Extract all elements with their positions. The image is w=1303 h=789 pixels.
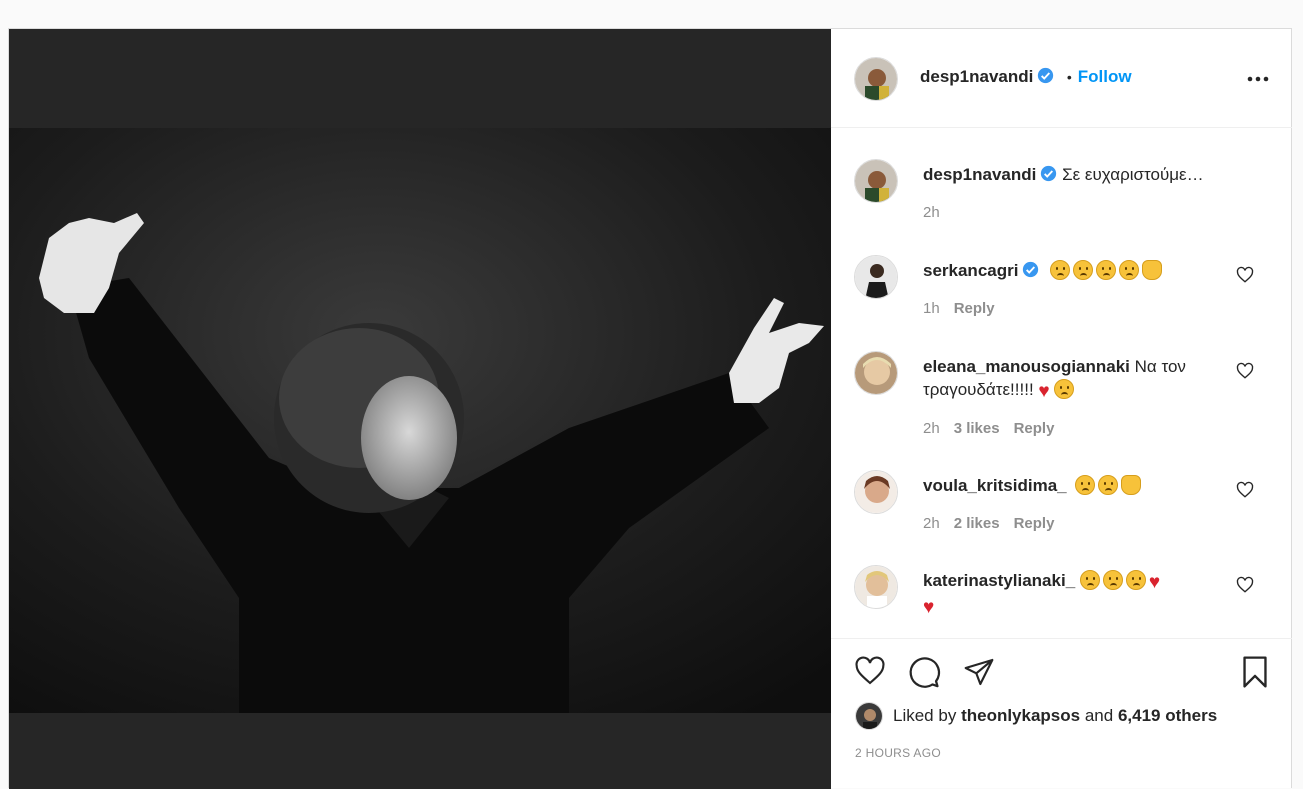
more-options-icon[interactable]	[1247, 76, 1269, 82]
comment-time[interactable]: 1h	[923, 300, 940, 317]
like-comment-heart-icon[interactable]	[1236, 362, 1254, 380]
avatar-image	[855, 58, 897, 100]
crying-face-icon	[1125, 570, 1146, 590]
crying-face-icon	[1073, 260, 1094, 280]
comment-meta: 2h 2 likes Reply	[923, 515, 1068, 532]
author-avatar[interactable]	[854, 57, 898, 101]
comment-time[interactable]: 2h	[923, 515, 940, 532]
crying-face-icon	[1075, 475, 1096, 495]
palms-up-icon	[1142, 260, 1163, 280]
caption-text-line: desp1navandi Σε ευχαριστούμε…	[923, 163, 1283, 186]
caption-time[interactable]: 2h	[923, 204, 940, 221]
verified-badge-icon	[1041, 165, 1057, 182]
header-separator: •	[1066, 69, 1072, 85]
caption-username[interactable]: desp1navandi	[923, 165, 1036, 184]
comment-username[interactable]: voula_kritsidima_	[923, 476, 1067, 495]
caption-text: Σε ευχαριστούμε…	[1062, 165, 1204, 184]
comment-text-line: serkancagri	[923, 259, 1223, 282]
avatar-image	[856, 703, 882, 729]
post-timestamp[interactable]: 2 HOURS AGO	[855, 746, 941, 760]
like-heart-icon[interactable]	[853, 655, 887, 687]
verified-badge-icon	[1038, 67, 1054, 84]
follow-button[interactable]: Follow	[1078, 67, 1132, 86]
comment-meta: 1h Reply	[923, 300, 1009, 317]
comment-avatar[interactable]	[854, 565, 898, 609]
avatar-image	[855, 471, 897, 513]
crying-face-icon	[1079, 570, 1100, 590]
crying-face-icon	[1050, 260, 1071, 280]
comment-text-line: katerinastylianaki_ ♥ ♥	[923, 569, 1223, 619]
comment-meta: 2h 3 likes Reply	[923, 420, 1068, 437]
comment-bubble-icon[interactable]	[907, 655, 941, 689]
avatar-image	[855, 566, 897, 608]
comment-avatar[interactable]	[854, 470, 898, 514]
comment-emojis	[1075, 475, 1142, 495]
avatar-image	[855, 256, 897, 298]
broken-heart-icon: ♥	[923, 597, 935, 618]
like-comment-heart-icon[interactable]	[1236, 481, 1254, 499]
liked-and: and	[1084, 706, 1114, 725]
comment-username[interactable]: eleana_manousogiannaki	[923, 357, 1130, 376]
caption-avatar[interactable]	[854, 159, 898, 203]
broken-heart-icon: ♥	[1148, 572, 1161, 593]
crying-face-icon	[1096, 260, 1117, 280]
liked-others-link[interactable]: 6,419 others	[1118, 706, 1217, 725]
post-actions: Liked by theonlykapsos and 6,419 others …	[831, 638, 1292, 789]
reply-button[interactable]: Reply	[1014, 515, 1055, 532]
reply-button[interactable]: Reply	[1014, 420, 1055, 437]
clapping-hands-icon	[1121, 475, 1142, 495]
reply-button[interactable]: Reply	[954, 300, 995, 317]
verified-badge-icon	[1023, 261, 1039, 278]
post-card: desp1navandi • Follow desp1navandi Σε ευ…	[8, 28, 1292, 789]
liked-by-line: Liked by theonlykapsos and 6,419 others	[893, 706, 1217, 726]
comment-avatar[interactable]	[854, 255, 898, 299]
liked-prefix: Liked by	[893, 706, 957, 725]
like-comment-heart-icon[interactable]	[1236, 266, 1254, 284]
comment-time[interactable]: 2h	[923, 420, 940, 437]
like-comment-heart-icon[interactable]	[1236, 576, 1254, 594]
comment-likes[interactable]: 3 likes	[954, 420, 1000, 437]
crying-face-icon	[1054, 379, 1075, 399]
liked-user-link[interactable]: theonlykapsos	[961, 706, 1080, 725]
post-details-panel: desp1navandi • Follow desp1navandi Σε ευ…	[831, 29, 1292, 789]
author-username[interactable]: desp1navandi	[920, 67, 1033, 86]
comment-likes[interactable]: 2 likes	[954, 515, 1000, 532]
header-user-line: desp1navandi • Follow	[920, 67, 1132, 87]
comment-emojis: ♥	[1038, 379, 1077, 402]
avatar-image	[855, 352, 897, 394]
comment-text-line: eleana_manousogiannaki Να τον τραγουδάτε…	[923, 355, 1223, 403]
crying-face-icon	[1119, 260, 1140, 280]
avatar-image	[855, 160, 897, 202]
crying-face-icon	[1102, 570, 1123, 590]
share-send-icon[interactable]	[962, 656, 996, 688]
comment-username[interactable]: katerinastylianaki_	[923, 571, 1075, 590]
comment-emojis	[1050, 260, 1163, 280]
post-photo	[9, 128, 831, 713]
caption-meta: 2h	[923, 204, 954, 221]
red-heart-icon: ♥	[1038, 381, 1050, 402]
comments-list[interactable]: desp1navandi Σε ευχαριστούμε… 2h serkanc…	[831, 129, 1292, 637]
post-media[interactable]	[9, 29, 831, 789]
comment-username[interactable]: serkancagri	[923, 261, 1018, 280]
crying-face-icon	[1098, 475, 1119, 495]
post-header: desp1navandi • Follow	[831, 29, 1292, 128]
comment-text-line: voula_kritsidima_	[923, 474, 1223, 497]
comment-avatar[interactable]	[854, 351, 898, 395]
save-bookmark-icon[interactable]	[1239, 655, 1271, 689]
liker-avatar[interactable]	[855, 702, 883, 730]
